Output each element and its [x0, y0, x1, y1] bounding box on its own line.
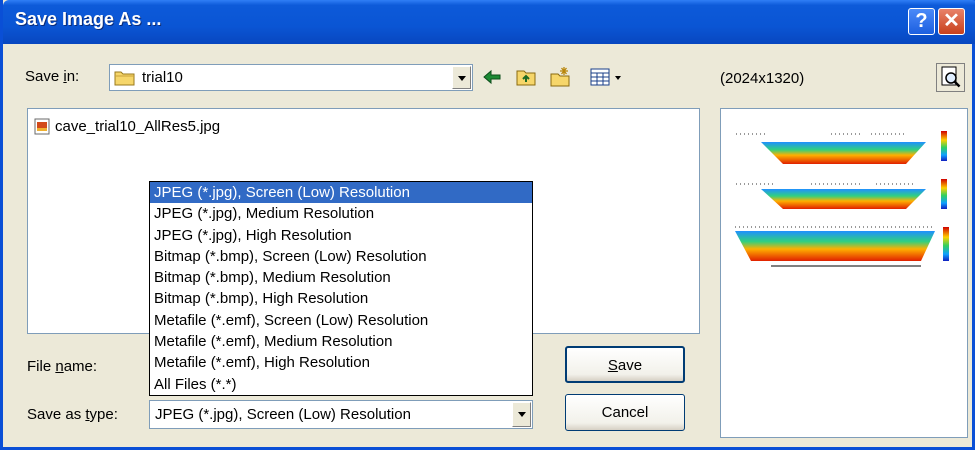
section-2	[736, 179, 947, 209]
save-as-type-dropdown-button[interactable]	[512, 402, 531, 427]
preview-icon	[941, 66, 961, 88]
close-icon[interactable]: ✕	[938, 8, 965, 35]
help-icon[interactable]: ?	[908, 8, 935, 35]
dropdown-option[interactable]: All Files (*.*)	[150, 374, 532, 395]
view-menu-icon[interactable]	[589, 66, 629, 88]
dropdown-option[interactable]: Bitmap (*.bmp), Medium Resolution	[150, 267, 532, 288]
save-button[interactable]: Save	[565, 346, 685, 383]
save-in-label: Save in:	[25, 68, 80, 85]
dropdown-option[interactable]: Metafile (*.emf), High Resolution	[150, 352, 532, 373]
window-title: Save Image As ...	[15, 9, 162, 29]
back-arrow-icon[interactable]	[481, 66, 503, 88]
file-name-label: File name:	[27, 358, 98, 375]
dropdown-option[interactable]: JPEG (*.jpg), High Resolution	[150, 225, 532, 246]
save-in-value: trial10	[142, 69, 183, 86]
dropdown-option[interactable]: Metafile (*.emf), Screen (Low) Resolutio…	[150, 310, 532, 331]
image-preview	[720, 108, 968, 438]
jpg-file-icon	[34, 118, 50, 135]
save-as-type-combo[interactable]: JPEG (*.jpg), Screen (Low) Resolution	[149, 400, 533, 429]
dropdown-option[interactable]: JPEG (*.jpg), Screen (Low) Resolution	[150, 182, 532, 204]
dropdown-option[interactable]: Metafile (*.emf), Medium Resolution	[150, 331, 532, 352]
save-as-type-dropdown-list[interactable]: JPEG (*.jpg), Screen (Low) Resolution JP…	[149, 181, 533, 396]
folder-icon	[114, 71, 135, 86]
resolution-label: (2024x1320)	[720, 70, 805, 87]
preview-button[interactable]	[936, 63, 965, 92]
new-folder-icon[interactable]	[549, 66, 571, 88]
dropdown-option[interactable]: Bitmap (*.bmp), High Resolution	[150, 288, 532, 309]
save-as-type-label: Save as type:	[27, 406, 118, 423]
file-name-text: cave_trial10_AllRes5.jpg	[55, 118, 221, 135]
save-in-dropdown-button[interactable]	[452, 66, 471, 89]
preview-image	[735, 131, 949, 267]
section-1	[736, 131, 947, 164]
dropdown-option[interactable]: Bitmap (*.bmp), Screen (Low) Resolution	[150, 246, 532, 267]
cancel-button[interactable]: Cancel	[565, 394, 685, 431]
save-image-dialog: Save Image As ... ? ✕ Save in: trial10 (…	[0, 0, 975, 450]
section-3	[735, 226, 949, 267]
save-in-combo[interactable]: trial10	[109, 64, 473, 91]
title-bar[interactable]: Save Image As ... ? ✕	[3, 0, 975, 44]
dropdown-option[interactable]: JPEG (*.jpg), Medium Resolution	[150, 203, 532, 224]
save-as-type-value: JPEG (*.jpg), Screen (Low) Resolution	[155, 406, 411, 423]
up-folder-icon[interactable]	[515, 66, 537, 88]
